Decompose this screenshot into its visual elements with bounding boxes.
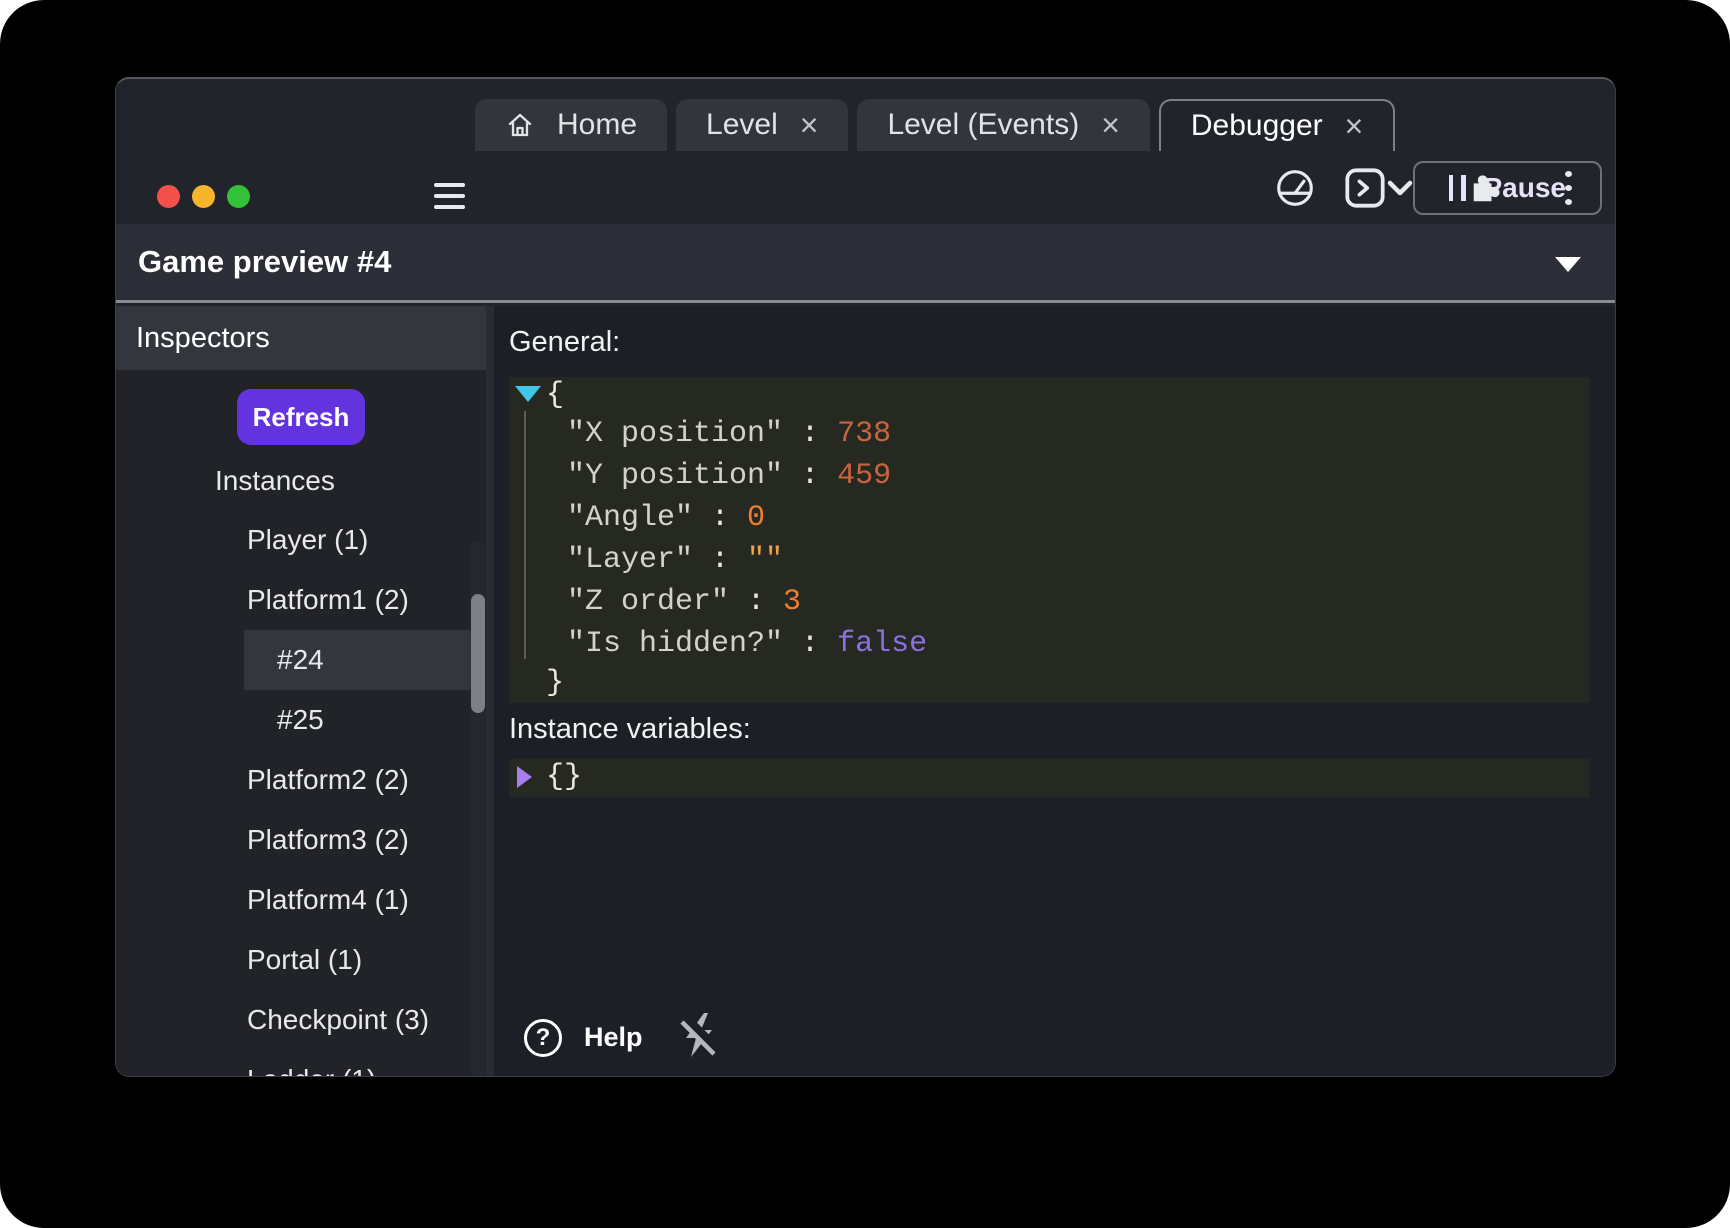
tree-item-label: Player (1) bbox=[247, 524, 368, 556]
json-row-is-hidden: "Is hidden?" : false bbox=[509, 623, 1589, 665]
json-row-x-position: "X position" : 738 bbox=[509, 413, 1589, 455]
tree-item-24[interactable]: #24 bbox=[244, 630, 471, 690]
tree-item-ladder-1[interactable]: Ladder (1) bbox=[244, 1050, 471, 1076]
desktop-backdrop: Home Level × Level (Events) × Debugger × bbox=[0, 0, 1730, 1228]
general-json-panel: {"X position" : 738"Y position" : 459"An… bbox=[509, 377, 1589, 703]
expand-triangle-icon[interactable] bbox=[517, 766, 532, 788]
tab-label: Level bbox=[706, 108, 778, 142]
tree-item-platform3-2[interactable]: Platform3 (2) bbox=[244, 810, 471, 870]
inspectors-header: Inspectors bbox=[116, 306, 486, 370]
help-row: ? Help bbox=[524, 1011, 721, 1064]
tree-item-label: Ladder (1) bbox=[247, 1064, 376, 1076]
chevron-down-icon[interactable] bbox=[1383, 171, 1417, 205]
instance-variables-panel: {} bbox=[509, 759, 1589, 797]
refresh-button[interactable]: Refresh bbox=[237, 389, 365, 445]
tab-level-events[interactable]: Level (Events) × bbox=[857, 99, 1149, 151]
home-icon bbox=[505, 111, 535, 139]
more-options-icon[interactable] bbox=[1551, 171, 1585, 205]
json-row-angle: "Angle" : 0 bbox=[509, 497, 1589, 539]
tree-item-25[interactable]: #25 bbox=[244, 690, 471, 750]
general-section-label: General: bbox=[509, 328, 1589, 356]
debugger-body: Inspectors Refresh Instances Player (1)P… bbox=[116, 306, 1615, 1076]
help-question-icon[interactable]: ? bbox=[524, 1019, 562, 1057]
zoom-window-button[interactable] bbox=[227, 185, 250, 208]
tree-item-platform4-1[interactable]: Platform4 (1) bbox=[244, 870, 471, 930]
tree-root-instances[interactable]: Instances bbox=[116, 465, 486, 493]
tree-item-platform2-2[interactable]: Platform2 (2) bbox=[244, 750, 471, 810]
tree-item-label: #25 bbox=[277, 704, 324, 736]
general-json-tree: {"X position" : 738"Y position" : 459"An… bbox=[509, 377, 1589, 701]
tree-item-label: Checkpoint (3) bbox=[247, 1004, 429, 1036]
app-window: Home Level × Level (Events) × Debugger × bbox=[115, 77, 1616, 1077]
tree-item-label: Platform2 (2) bbox=[247, 764, 409, 796]
tab-close-icon[interactable]: × bbox=[800, 109, 819, 141]
close-window-button[interactable] bbox=[157, 185, 180, 208]
titlebar-actions bbox=[1383, 171, 1585, 205]
titlebar: Home Level × Level (Events) × Debugger × bbox=[116, 79, 1615, 151]
minimize-window-button[interactable] bbox=[192, 185, 215, 208]
json-row-layer: "Layer" : "" bbox=[509, 539, 1589, 581]
sidebar-scrollbar-thumb[interactable] bbox=[471, 594, 485, 713]
tab-label: Debugger bbox=[1191, 109, 1323, 143]
json-row-y-position: "Y position" : 459 bbox=[509, 455, 1589, 497]
main-menu-button[interactable] bbox=[434, 183, 465, 209]
tree-item-label: #24 bbox=[277, 644, 324, 676]
sidebar-main-divider[interactable] bbox=[486, 306, 494, 1076]
tree-item-label: Platform4 (1) bbox=[247, 884, 409, 916]
game-preview-header[interactable]: Game preview #4 bbox=[116, 224, 1615, 303]
json-indent-guide bbox=[524, 411, 526, 659]
traffic-lights bbox=[157, 185, 250, 208]
tree-item-label: Platform1 (2) bbox=[247, 584, 409, 616]
tree-item-player-1[interactable]: Player (1) bbox=[244, 510, 471, 570]
inspectors-header-label: Inspectors bbox=[136, 322, 270, 355]
instance-variables-label: Instance variables: bbox=[509, 715, 1589, 743]
tab-label: Level (Events) bbox=[887, 108, 1079, 142]
tab-close-icon[interactable]: × bbox=[1101, 109, 1120, 141]
game-preview-title: Game preview #4 bbox=[138, 244, 391, 280]
tab-debugger[interactable]: Debugger × bbox=[1159, 99, 1395, 151]
console-icon[interactable] bbox=[1343, 166, 1387, 210]
tab-level[interactable]: Level × bbox=[676, 99, 848, 151]
instances-tree: Player (1) Platform1 (2) #24 #25 Platform2 (… bbox=[116, 510, 486, 1076]
json-close-brace: } bbox=[509, 665, 1589, 701]
preview-dropdown-caret-icon[interactable] bbox=[1555, 257, 1581, 272]
inspectors-sidebar: Inspectors Refresh Instances Player (1)P… bbox=[116, 306, 486, 1076]
inspector-panel: General: {"X position" : 738"Y position"… bbox=[494, 306, 1615, 1076]
tab-label: Home bbox=[557, 108, 637, 142]
hamburger-icon bbox=[434, 183, 465, 187]
tab-close-icon[interactable]: × bbox=[1345, 110, 1364, 142]
instance-variables-value: {} bbox=[546, 760, 582, 794]
flash-off-icon[interactable] bbox=[677, 1011, 721, 1064]
tree-item-portal-1[interactable]: Portal (1) bbox=[244, 930, 471, 990]
json-open-brace: { bbox=[509, 377, 1589, 413]
json-row-z-order: "Z order" : 3 bbox=[509, 581, 1589, 623]
tree-item-label: Portal (1) bbox=[247, 944, 362, 976]
profiler-speedometer-icon[interactable] bbox=[1273, 166, 1317, 210]
help-label[interactable]: Help bbox=[584, 1022, 643, 1053]
extensions-puzzle-icon[interactable] bbox=[1467, 171, 1501, 205]
collapse-triangle-icon[interactable] bbox=[515, 386, 541, 402]
tab-bar: Home Level × Level (Events) × Debugger × bbox=[475, 99, 1395, 151]
tab-home[interactable]: Home bbox=[475, 99, 667, 151]
tree-item-checkpoint-3[interactable]: Checkpoint (3) bbox=[244, 990, 471, 1050]
tree-item-label: Platform3 (2) bbox=[247, 824, 409, 856]
tree-item-platform1-2[interactable]: Platform1 (2) bbox=[244, 570, 471, 630]
